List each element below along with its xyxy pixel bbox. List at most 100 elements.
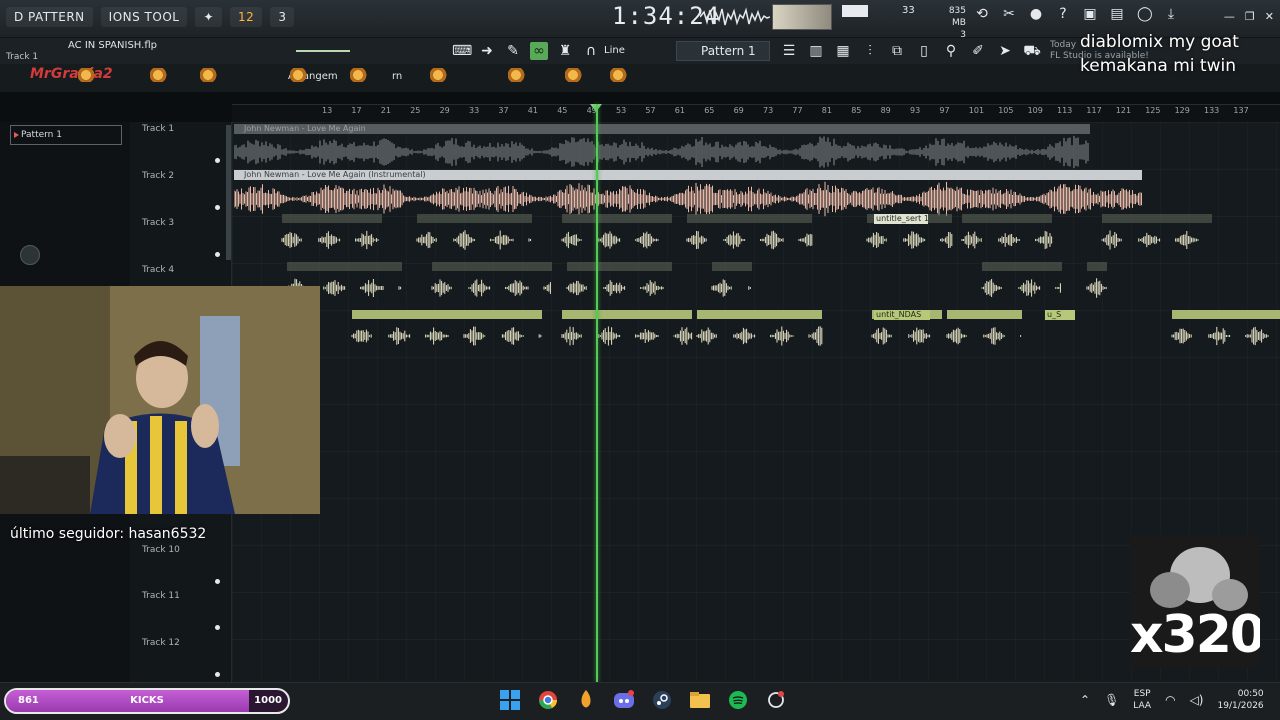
vocal-waveform — [711, 279, 751, 297]
menu-options[interactable]: 12 — [230, 7, 263, 27]
track-header-4[interactable]: Track 4 — [142, 265, 174, 275]
tracks-scrollbar[interactable] — [226, 125, 231, 260]
undo-icon[interactable]: ⟲ — [975, 6, 989, 22]
brush-icon[interactable]: ✐ — [969, 42, 987, 60]
track-mute-dot[interactable] — [215, 252, 220, 257]
sprite-icon — [610, 68, 630, 82]
ruler-bar-number: 93 — [910, 106, 921, 115]
spotify-icon[interactable] — [726, 686, 750, 714]
track-header-2[interactable]: Track 2 — [142, 171, 174, 181]
main-pitch-slider[interactable] — [296, 50, 350, 52]
clip-label-track5[interactable]: untit_NDAS — [874, 310, 930, 320]
plugin-icon[interactable]: ⚲ — [942, 42, 960, 60]
master-meter — [772, 4, 832, 30]
ruler-bar-number: 133 — [1204, 106, 1220, 115]
speaker-icon[interactable]: ◁) — [1190, 693, 1204, 707]
piano-roll-icon[interactable]: ▥ — [807, 42, 825, 60]
vocal-waveform — [981, 278, 1061, 298]
menu-help[interactable]: 3 — [270, 7, 295, 27]
browser-icon[interactable]: ⧉ — [888, 42, 906, 60]
track-mute-dot[interactable] — [215, 158, 220, 163]
track-header-11[interactable]: Track 11 — [142, 591, 180, 601]
pattern-selector[interactable]: Pattern 1 — [676, 41, 770, 61]
chrome-icon[interactable] — [536, 686, 560, 714]
track-mute-dot[interactable] — [215, 672, 220, 677]
vocal-waveform — [1171, 326, 1269, 346]
windows-start-icon[interactable] — [498, 686, 522, 714]
track-mute-dot[interactable] — [215, 579, 220, 584]
fl-studio-icon[interactable] — [574, 686, 598, 714]
vocal-clip-header — [417, 214, 532, 223]
wifi-icon[interactable]: ◠ — [1165, 693, 1175, 707]
ruler-bar-number: 125 — [1145, 106, 1161, 115]
vocal-clips[interactable] — [232, 214, 1280, 354]
track-header-1[interactable]: Track 1 — [142, 124, 174, 134]
minimize-icon[interactable]: — — [1224, 10, 1235, 23]
cart-icon[interactable]: ⛟ — [1023, 42, 1041, 60]
vocal-waveform — [1086, 278, 1107, 298]
keyboard-icon[interactable]: ⌨ — [452, 42, 472, 60]
file-explorer-icon[interactable] — [688, 686, 712, 714]
audio-clip-track1[interactable] — [234, 134, 1090, 170]
save-icon[interactable]: ▣ — [1083, 6, 1097, 22]
hint-track: Track 1 — [6, 52, 39, 62]
vocal-clip-header — [282, 214, 382, 223]
mixer-icon[interactable]: ⫶ — [861, 42, 879, 60]
clip-label-track3[interactable]: untitle_sert 1 — [874, 214, 928, 224]
master-volume[interactable] — [842, 5, 868, 17]
audio-clip-track2[interactable] — [234, 180, 1142, 218]
ruler-bar-number: 97 — [939, 106, 950, 115]
steam-icon[interactable] — [650, 686, 674, 714]
render-icon[interactable]: ▤ — [1110, 6, 1124, 22]
track-header-10[interactable]: Track 10 — [142, 545, 180, 555]
headphones-icon[interactable]: ∩ — [582, 42, 600, 60]
discord-icon[interactable] — [612, 686, 636, 714]
playhead-line[interactable] — [596, 104, 598, 682]
menu-view[interactable]: ✦ — [195, 7, 223, 27]
ruler-bar-number: 45 — [557, 106, 568, 115]
language-indicator[interactable]: ESP LAA — [1133, 688, 1151, 712]
tray-overflow-icon[interactable]: ⌃ — [1080, 693, 1090, 707]
vocal-waveform — [561, 231, 659, 249]
vocal-waveform — [1101, 230, 1199, 250]
help-icon[interactable]: ? — [1056, 6, 1070, 22]
clip-header-track2[interactable]: John Newman - Love Me Again (Instrumenta… — [234, 170, 1142, 180]
playlist-icon[interactable]: ☰ — [780, 42, 798, 60]
arrangement-tail: rn — [392, 71, 403, 82]
menu-tools[interactable]: IONS TOOL — [100, 7, 188, 27]
app-icon[interactable] — [764, 686, 788, 714]
ruler-bar-number: 85 — [851, 106, 862, 115]
download-icon[interactable]: ⤓ — [1164, 6, 1178, 22]
pencil-icon[interactable]: ✎ — [504, 42, 522, 60]
channel-rack-icon[interactable]: ▦ — [834, 42, 852, 60]
vocal-waveform — [961, 230, 1053, 250]
ruler-bar-number: 109 — [1027, 106, 1043, 115]
file-icon[interactable]: ▯ — [915, 42, 933, 60]
scissors-icon[interactable]: ✂ — [1002, 6, 1016, 22]
ruler-bar-number: 21 — [380, 106, 391, 115]
gear-icon[interactable] — [20, 245, 40, 265]
vocal-clip-header — [712, 262, 752, 271]
snap-mode[interactable]: Line — [604, 45, 625, 56]
clock[interactable]: 00:50 19/1/2026 — [1218, 688, 1264, 712]
ruler-bar-number: 13 — [322, 106, 333, 115]
mic-icon[interactable]: ● — [1029, 6, 1043, 22]
clip-header-track1[interactable]: John Newman - Love Me Again — [234, 124, 1090, 134]
track-header-12[interactable]: Track 12 — [142, 638, 180, 648]
track-mute-dot[interactable] — [215, 205, 220, 210]
ruler-bar-number: 17 — [351, 106, 362, 115]
clip-label-track5b[interactable]: u_S — [1045, 310, 1075, 320]
arrow-right-icon[interactable]: ➜ — [478, 42, 496, 60]
maximize-icon[interactable]: ❐ — [1245, 10, 1255, 23]
track-header-3[interactable]: Track 3 — [142, 218, 174, 228]
chat-icon[interactable]: ◯ — [1137, 6, 1153, 22]
pattern-picker[interactable]: Pattern 1 — [10, 125, 122, 145]
track-mute-dot[interactable] — [215, 625, 220, 630]
close-icon[interactable]: ✕ — [1265, 10, 1274, 23]
menu-pattern[interactable]: D PATTERN — [6, 7, 93, 27]
vocal-clip-header — [687, 214, 812, 223]
mic-tray-icon[interactable]: 🎙︎ — [1104, 693, 1119, 707]
link-icon[interactable]: ∞ — [530, 42, 548, 60]
stamp-icon[interactable]: ♜ — [556, 42, 574, 60]
bird-icon[interactable]: ➤ — [996, 42, 1014, 60]
